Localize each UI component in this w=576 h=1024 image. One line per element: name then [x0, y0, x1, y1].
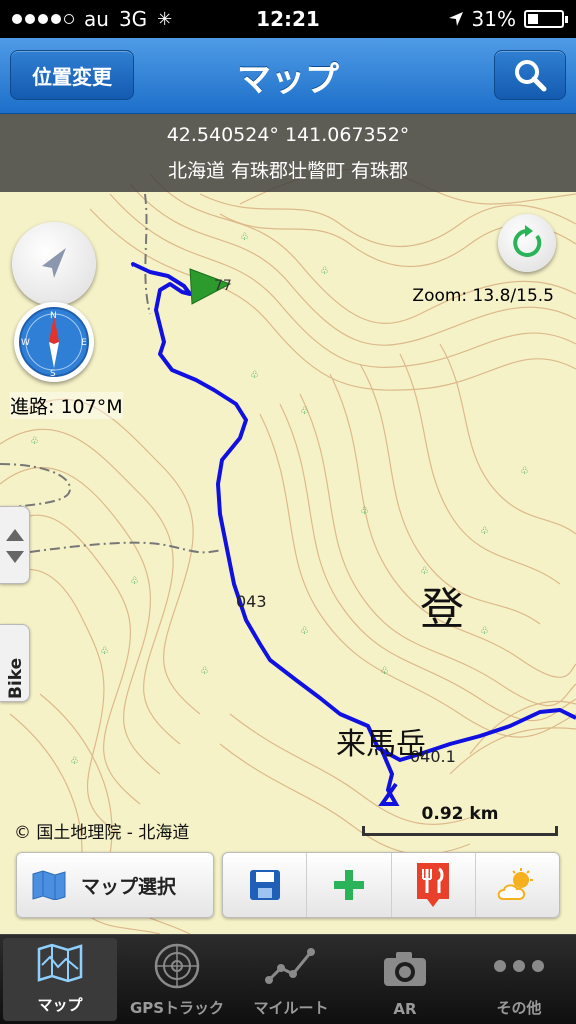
folded-map-icon: [32, 870, 66, 900]
svg-text:♧: ♧: [300, 626, 309, 637]
svg-text:♧: ♧: [420, 566, 429, 577]
gps-track: [131, 262, 576, 762]
zoom-level-text: Zoom: 13.8/15.5: [412, 286, 554, 306]
add-button[interactable]: [307, 853, 392, 917]
elevation-label-77: 77: [214, 278, 232, 294]
layer-toggle-tab[interactable]: [0, 506, 30, 584]
location-arrow-icon: [42, 248, 66, 278]
address-text: 北海道 有珠郡壮瞥町 有珠郡: [167, 160, 409, 182]
battery-percent: 31%: [471, 7, 516, 31]
svg-text:♧: ♧: [70, 756, 79, 767]
tab-my-route-label: マイルート: [253, 999, 329, 1017]
scale-ruler: [362, 826, 558, 836]
svg-text:S: S: [50, 369, 56, 379]
weather-button[interactable]: [476, 853, 559, 917]
status-right: 31%: [448, 7, 568, 31]
svg-text:♧: ♧: [520, 466, 529, 477]
peak-name-label: 来馬岳: [336, 727, 426, 762]
map-icon: [37, 943, 83, 983]
tab-gps-track[interactable]: GPSトラック: [120, 935, 234, 1024]
svg-text:♧: ♧: [360, 506, 369, 517]
tab-ar[interactable]: AR: [348, 935, 462, 1024]
restaurant-pin-icon: [417, 863, 450, 907]
search-button[interactable]: [494, 50, 566, 100]
compass-button[interactable]: N E S W: [14, 302, 94, 382]
weather-icon: [498, 868, 534, 900]
save-button[interactable]: [223, 853, 308, 917]
tab-gps-track-label: GPSトラック: [129, 999, 225, 1017]
svg-text:♧: ♧: [200, 666, 209, 677]
tab-map[interactable]: マップ: [3, 938, 117, 1021]
more-icon: [494, 960, 544, 972]
svg-text:♧: ♧: [320, 266, 329, 277]
location-arrow-icon: [448, 12, 463, 26]
svg-text:♧: ♧: [380, 666, 389, 677]
map-view[interactable]: ♧♧♧ ♧♧♧ ♧♧♧ ♧♧♧ ♧♧♧ ♧♧♧ 77 043 040.1 登 来…: [0, 114, 576, 934]
tab-more-label: その他: [496, 999, 542, 1017]
coordinate-banner: 42.540524° 141.067352° 北海道 有珠郡壮瞥町 有珠郡: [0, 114, 576, 192]
svg-text:♧: ♧: [300, 406, 309, 417]
status-bar: au 3G ✳ 12:21 31%: [0, 0, 576, 38]
map-kanji-label: 登: [420, 584, 464, 635]
tab-ar-label: AR: [393, 1000, 417, 1018]
save-icon: [249, 870, 280, 900]
svg-text:♧: ♧: [480, 626, 489, 637]
scale-bar: 0.92 km: [362, 804, 558, 838]
svg-text:♧: ♧: [480, 526, 489, 537]
compass-icon: N E S W: [19, 307, 89, 379]
elevation-label-043: 043: [236, 592, 267, 611]
radar-icon: [154, 943, 200, 989]
svg-text:♧: ♧: [250, 370, 259, 381]
refresh-button[interactable]: [498, 214, 556, 272]
svg-text:♧: ♧: [130, 576, 139, 587]
scale-distance: 0.92 km: [421, 804, 499, 824]
coordinates-text: 42.540524° 141.067352°: [166, 124, 410, 146]
svg-text:♧: ♧: [240, 232, 249, 243]
svg-text:♧: ♧: [30, 436, 39, 447]
map-copyright: © 国土地理院 - 北海道: [14, 823, 190, 843]
route-icon: [265, 948, 315, 984]
heading-text: 進路: 107°M: [10, 392, 123, 419]
map-tool-group: [222, 852, 560, 918]
bike-mode-tab[interactable]: Bike: [0, 624, 30, 702]
plus-icon: [333, 870, 364, 900]
food-spot-button[interactable]: [392, 853, 476, 917]
battery-icon: [524, 10, 568, 28]
tab-my-route[interactable]: マイルート: [234, 935, 348, 1024]
search-icon: [515, 60, 547, 92]
app-screen: au 3G ✳ 12:21 31% 位置変更 マップ ♧ ♧ ♧ ♧ ♧ ♧ ♧…: [0, 0, 576, 1024]
svg-text:W: W: [21, 338, 30, 348]
map-select-label: マップ選択: [81, 875, 177, 898]
nav-bar: 位置変更 マップ: [0, 38, 576, 114]
svg-text:♧: ♧: [100, 646, 109, 657]
map-select-button[interactable]: マップ選択: [16, 852, 214, 918]
tab-bar: マップ GPSトラック マイルート AR その他: [0, 934, 576, 1024]
tab-more[interactable]: その他: [462, 935, 576, 1024]
camera-icon: [384, 952, 426, 986]
refresh-icon: [513, 225, 542, 257]
locate-button[interactable]: [12, 222, 96, 306]
bike-mode-label: Bike: [6, 657, 26, 699]
svg-text:E: E: [81, 338, 87, 348]
up-down-arrows-icon: [6, 529, 24, 563]
tab-map-label: マップ: [37, 996, 83, 1014]
battery-fill: [528, 14, 538, 24]
page-title: マップ: [237, 60, 339, 100]
